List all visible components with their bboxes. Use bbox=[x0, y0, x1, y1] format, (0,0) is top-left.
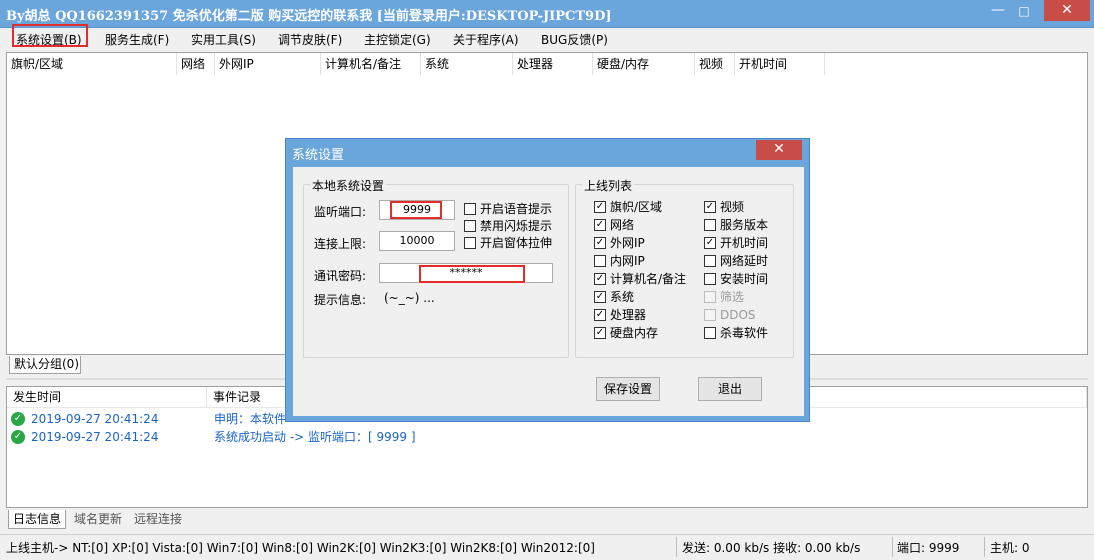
hint-value: (~_~) ... bbox=[384, 291, 435, 305]
highlight-box bbox=[390, 201, 442, 219]
online-column-checkbox[interactable]: ✓ 旗帜/区域 bbox=[594, 200, 662, 214]
save-button[interactable]: 保存设置 bbox=[596, 377, 660, 401]
menu-lock[interactable]: 主控锁定(G) bbox=[364, 31, 431, 48]
online-column-checkbox[interactable]: 杀毒软件 bbox=[704, 326, 768, 340]
online-column-checkbox: DDOS bbox=[704, 308, 756, 322]
port-label: 监听端口: bbox=[314, 205, 367, 219]
status-port: 端口: 9999 bbox=[897, 541, 960, 555]
bottom-tabs: 日志信息 域名更新 远程连接 bbox=[6, 510, 606, 530]
status-bar: 上线主机-> NT:[0] XP:[0] Vista:[0] Win7:[0] … bbox=[0, 534, 1094, 560]
checkbox-icon bbox=[464, 203, 476, 215]
tab-domain-update[interactable]: 域名更新 bbox=[70, 510, 126, 529]
checkbox-icon bbox=[704, 309, 716, 321]
online-column-checkbox[interactable]: 服务版本 bbox=[704, 218, 768, 232]
local-settings-group: 本地系统设置 监听端口: 9999 连接上限: 10000 通讯密码: ****… bbox=[303, 177, 569, 358]
close-button[interactable]: ✕ bbox=[1044, 0, 1090, 21]
dialog-title: 系统设置 bbox=[292, 148, 345, 163]
checked-icon: ✓ bbox=[594, 309, 606, 321]
log-time: 2019-09-27 20:41:24 bbox=[31, 430, 159, 444]
checked-icon: ✓ bbox=[594, 201, 606, 213]
window-title: By胡总 QQ1662391357 免杀优化第二版 购买远控的联系我 [当前登录… bbox=[6, 9, 612, 24]
title-bar: By胡总 QQ1662391357 免杀优化第二版 购买远控的联系我 [当前登录… bbox=[0, 0, 1094, 28]
checked-icon: ✓ bbox=[594, 273, 606, 285]
col-time[interactable]: 发生时间 bbox=[7, 387, 207, 408]
status-traffic: 发送: 0.00 kb/s 接收: 0.00 kb/s bbox=[682, 541, 861, 555]
online-column-checkbox[interactable]: ✓ 外网IP bbox=[594, 236, 645, 250]
highlight-box bbox=[12, 24, 88, 47]
online-list-title: 上线列表 bbox=[582, 177, 635, 194]
col-video[interactable]: 视频 bbox=[695, 53, 735, 75]
online-column-checkbox[interactable]: ✓ 网络 bbox=[594, 218, 634, 232]
checked-icon: ✓ bbox=[594, 291, 606, 303]
minimize-button[interactable]: — bbox=[990, 2, 1006, 20]
success-icon: ✓ bbox=[11, 430, 25, 444]
status-divider bbox=[892, 537, 893, 557]
password-label: 通讯密码: bbox=[314, 269, 367, 283]
col-system[interactable]: 系统 bbox=[421, 53, 513, 75]
checkbox-icon bbox=[464, 220, 476, 232]
checkbox-icon bbox=[594, 255, 606, 267]
local-settings-title: 本地系统设置 bbox=[310, 177, 387, 194]
checkbox-icon bbox=[464, 237, 476, 249]
window-stretch-checkbox[interactable]: 开启窗体拉伸 bbox=[464, 236, 552, 250]
status-hosts-online: 上线主机-> NT:[0] XP:[0] Vista:[0] Win7:[0] … bbox=[6, 541, 595, 555]
tab-default-group[interactable]: 默认分组(0) bbox=[9, 356, 81, 374]
menu-tools[interactable]: 实用工具(S) bbox=[191, 31, 256, 48]
online-column-checkbox[interactable]: ✓ 开机时间 bbox=[704, 236, 768, 250]
log-time: 2019-09-27 20:41:24 bbox=[31, 412, 159, 426]
checkbox-icon bbox=[704, 219, 716, 231]
checked-icon: ✓ bbox=[704, 201, 716, 213]
success-icon: ✓ bbox=[11, 412, 25, 426]
tab-log[interactable]: 日志信息 bbox=[8, 510, 67, 529]
online-column-checkbox[interactable]: ✓ 处理器 bbox=[594, 308, 646, 322]
col-boot-time[interactable]: 开机时间 bbox=[735, 53, 825, 75]
checked-icon: ✓ bbox=[594, 237, 606, 249]
log-row[interactable]: ✓ 2019-09-27 20:41:24 系统成功启动 -> 监听端口：[ 9… bbox=[7, 428, 1087, 446]
status-divider bbox=[676, 537, 677, 557]
hint-label: 提示信息: bbox=[314, 293, 367, 307]
checkbox-icon bbox=[704, 255, 716, 267]
disable-flash-checkbox[interactable]: 禁用闪烁提示 bbox=[464, 219, 552, 233]
online-column-checkbox[interactable]: 安装时间 bbox=[704, 272, 768, 286]
log-text: 申明：本软件 bbox=[214, 412, 287, 426]
tab-remote-connect[interactable]: 远程连接 bbox=[130, 510, 186, 529]
checkbox-icon bbox=[704, 291, 716, 303]
menu-skin[interactable]: 调节皮肤(F) bbox=[278, 31, 342, 48]
limit-input[interactable]: 10000 bbox=[379, 231, 455, 251]
limit-label: 连接上限: bbox=[314, 237, 367, 251]
checked-icon: ✓ bbox=[594, 219, 606, 231]
menu-about[interactable]: 关于程序(A) bbox=[453, 31, 519, 48]
col-disk-memory[interactable]: 硬盘/内存 bbox=[593, 53, 695, 75]
col-public-ip[interactable]: 外网IP bbox=[215, 53, 321, 75]
checkbox-icon bbox=[704, 273, 716, 285]
online-column-checkbox[interactable]: ✓ 计算机名/备注 bbox=[594, 272, 686, 286]
log-text: 系统成功启动 -> 监听端口：[ 9999 ] bbox=[214, 430, 416, 444]
dialog-close-button[interactable]: ✕ bbox=[756, 140, 802, 160]
status-divider bbox=[984, 537, 985, 557]
col-processor[interactable]: 处理器 bbox=[513, 53, 593, 75]
col-computer-name[interactable]: 计算机名/备注 bbox=[321, 53, 421, 75]
highlight-box bbox=[419, 265, 525, 283]
online-column-checkbox[interactable]: ✓ 硬盘内存 bbox=[594, 326, 658, 340]
online-column-checkbox[interactable]: ✓ 视频 bbox=[704, 200, 744, 214]
settings-dialog: 系统设置 ✕ 本地系统设置 监听端口: 9999 连接上限: 10000 通讯密… bbox=[285, 138, 810, 422]
online-list-group: 上线列表 ✓ 旗帜/区域 ✓ 网络 ✓ 外网IP 内网IP ✓ 计算机名/备注 ✓ 系统 ✓ 处理器 ✓ 硬… bbox=[575, 177, 794, 358]
menu-bar: 系统设置(B) 服务生成(F) 实用工具(S) 调节皮肤(F) 主控锁定(G) … bbox=[0, 24, 1094, 50]
exit-button[interactable]: 退出 bbox=[698, 377, 762, 401]
col-network[interactable]: 网络 bbox=[177, 53, 215, 75]
voice-alert-checkbox[interactable]: 开启语音提示 bbox=[464, 202, 552, 216]
status-host-count: 主机: 0 bbox=[990, 541, 1030, 555]
col-flag-region[interactable]: 旗帜/区域 bbox=[7, 53, 177, 75]
online-column-checkbox[interactable]: ✓ 系统 bbox=[594, 290, 634, 304]
checked-icon: ✓ bbox=[594, 327, 606, 339]
checkbox-icon bbox=[704, 327, 716, 339]
menu-service-generate[interactable]: 服务生成(F) bbox=[105, 31, 169, 48]
dialog-body: 本地系统设置 监听端口: 9999 连接上限: 10000 通讯密码: ****… bbox=[293, 167, 804, 416]
online-column-checkbox[interactable]: 网络延时 bbox=[704, 254, 768, 268]
maximize-button[interactable]: □ bbox=[1016, 2, 1032, 20]
checked-icon: ✓ bbox=[704, 237, 716, 249]
online-column-checkbox: 筛选 bbox=[704, 290, 744, 304]
online-column-checkbox[interactable]: 内网IP bbox=[594, 254, 645, 268]
menu-bug-report[interactable]: BUG反馈(P) bbox=[541, 31, 608, 48]
